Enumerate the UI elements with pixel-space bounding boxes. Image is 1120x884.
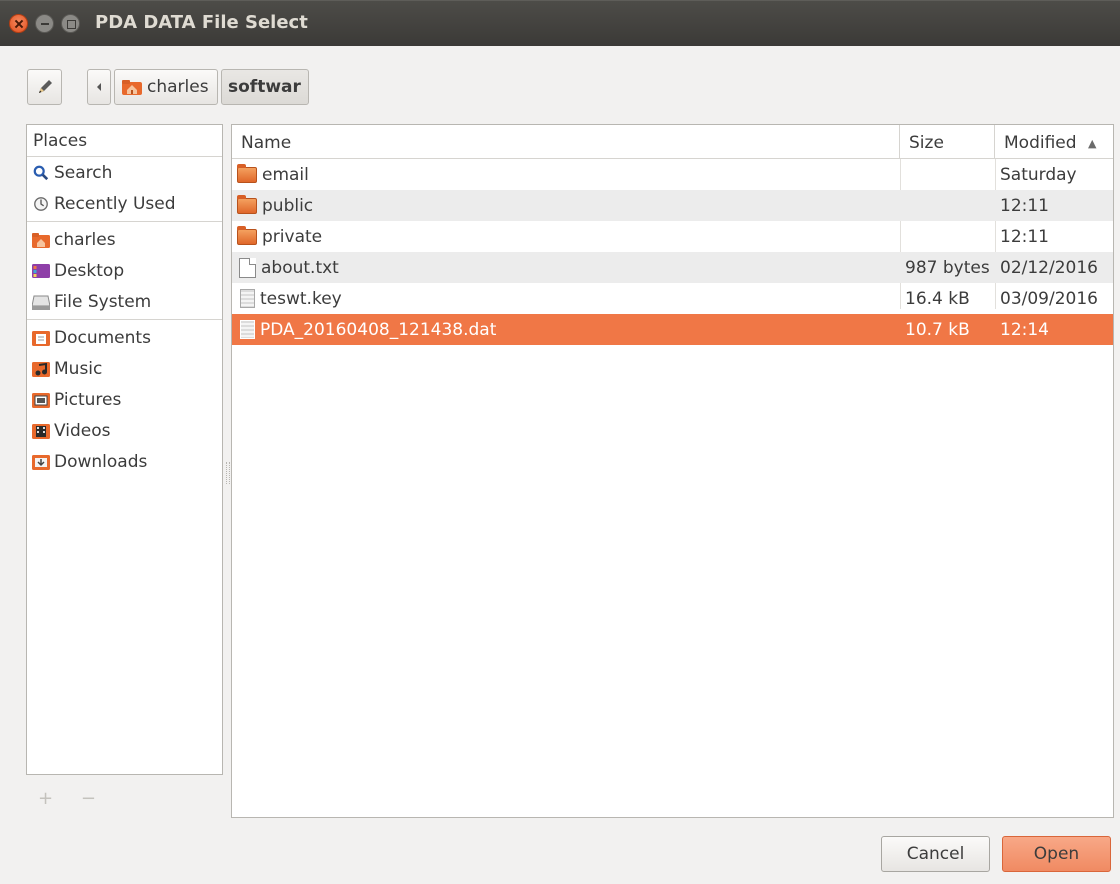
file-name: PDA_20160408_121438.dat	[260, 319, 497, 340]
sidebar-separator	[27, 319, 222, 320]
file-chooser-dialog: PDA DATA File Select charles softwar Pla…	[0, 0, 1120, 884]
file-name: teswt.key	[260, 288, 342, 309]
home-folder-icon	[32, 232, 50, 248]
search-icon	[33, 165, 49, 180]
file-name: public	[262, 195, 314, 216]
file-modified: 02/12/2016	[1000, 257, 1098, 278]
sidebar-item-music[interactable]: Music	[27, 353, 222, 384]
file-size: 10.7 kB	[905, 319, 970, 340]
sidebar-item-recently-used[interactable]: Recently Used	[27, 188, 222, 219]
open-button[interactable]: Open	[1002, 836, 1111, 872]
sidebar-item-label: Desktop	[54, 260, 125, 281]
binary-file-icon	[240, 320, 255, 339]
table-row[interactable]: public 12:11	[232, 190, 1113, 221]
file-list: Name Size Modified ▲ email Saturday publ…	[231, 124, 1114, 818]
sidebar-item-label: Recently Used	[54, 193, 176, 214]
file-modified: 03/09/2016	[1000, 288, 1098, 309]
file-name: about.txt	[261, 257, 339, 278]
sidebar-item-label: Pictures	[54, 389, 122, 410]
table-row[interactable]: email Saturday	[232, 159, 1113, 190]
path-back-button[interactable]	[87, 69, 111, 105]
file-modified: 12:11	[1000, 195, 1049, 216]
column-header-label: Name	[241, 133, 292, 153]
window-title: PDA DATA File Select	[95, 12, 308, 33]
add-bookmark-button[interactable]: +	[38, 788, 53, 809]
file-list-header: Name Size Modified ▲	[232, 125, 1113, 159]
places-sidebar: Places Search Recently Used charles Desk…	[26, 124, 223, 775]
music-folder-icon	[32, 361, 50, 377]
sidebar-item-label: Documents	[54, 327, 151, 348]
sidebar-item-label: Videos	[54, 420, 111, 441]
file-name: email	[262, 164, 309, 185]
type-location-button[interactable]	[27, 69, 62, 105]
sidebar-item-file-system[interactable]: File System	[27, 286, 222, 317]
chevron-left-icon	[97, 83, 101, 91]
home-folder-icon	[122, 80, 142, 95]
table-row[interactable]: private 12:11	[232, 221, 1113, 252]
sidebar-item-videos[interactable]: Videos	[27, 415, 222, 446]
file-size	[905, 190, 995, 221]
folder-icon	[237, 225, 257, 245]
text-file-icon	[239, 257, 256, 278]
column-header-modified[interactable]: Modified ▲	[995, 125, 1115, 158]
binary-file-icon	[240, 289, 255, 308]
file-size	[905, 159, 995, 190]
pane-resize-handle[interactable]	[226, 462, 230, 484]
bookmark-controls: + −	[38, 788, 118, 809]
cancel-button[interactable]: Cancel	[881, 836, 990, 872]
file-name: private	[262, 226, 323, 247]
sidebar-item-search[interactable]: Search	[27, 157, 222, 188]
sidebar-separator	[27, 221, 222, 222]
sidebar-item-downloads[interactable]: Downloads	[27, 446, 222, 477]
file-size	[905, 221, 995, 252]
table-row[interactable]: about.txt 987 bytes 02/12/2016	[232, 252, 1113, 283]
sidebar-item-pictures[interactable]: Pictures	[27, 384, 222, 415]
path-toolbar: charles softwar	[0, 46, 1120, 116]
maximize-window-button[interactable]	[61, 14, 80, 33]
pictures-folder-icon	[32, 392, 50, 408]
table-row[interactable]: teswt.key 16.4 kB 03/09/2016	[232, 283, 1113, 314]
table-row-selected[interactable]: PDA_20160408_121438.dat 10.7 kB 12:14	[232, 314, 1113, 345]
file-modified: 12:11	[1000, 226, 1049, 247]
titlebar[interactable]: PDA DATA File Select	[0, 0, 1120, 46]
breadcrumb-charles[interactable]: charles	[114, 69, 218, 105]
file-modified: Saturday	[1000, 164, 1077, 185]
places-header: Places	[27, 125, 222, 157]
clock-icon	[34, 196, 48, 211]
sidebar-item-label: Downloads	[54, 451, 148, 472]
column-header-size[interactable]: Size	[900, 125, 995, 158]
sidebar-item-label: charles	[54, 229, 116, 250]
downloads-folder-icon	[32, 454, 50, 470]
minimize-window-button[interactable]	[35, 14, 54, 33]
breadcrumb-softwar[interactable]: softwar	[221, 69, 309, 105]
remove-bookmark-button[interactable]: −	[81, 788, 96, 809]
documents-folder-icon	[32, 330, 50, 346]
file-size: 16.4 kB	[905, 288, 970, 309]
sidebar-item-desktop[interactable]: Desktop	[27, 255, 222, 286]
sidebar-item-label: Search	[54, 162, 113, 183]
sidebar-item-documents[interactable]: Documents	[27, 322, 222, 353]
column-header-name[interactable]: Name	[232, 125, 900, 158]
sort-ascending-icon: ▲	[1087, 136, 1097, 150]
folder-icon	[237, 163, 257, 183]
file-size: 987 bytes	[905, 257, 990, 278]
pencil-icon	[38, 80, 52, 93]
close-window-button[interactable]	[9, 14, 28, 33]
column-header-label: Modified	[1004, 133, 1077, 153]
videos-folder-icon	[32, 423, 50, 439]
sidebar-item-charles[interactable]: charles	[27, 224, 222, 255]
breadcrumb-label: softwar	[228, 77, 301, 97]
folder-icon	[237, 194, 257, 214]
sidebar-item-label: Music	[54, 358, 103, 379]
desktop-icon	[32, 263, 50, 278]
column-header-label: Size	[909, 133, 944, 153]
breadcrumb-label: charles	[147, 77, 209, 97]
file-modified: 12:14	[1000, 319, 1049, 340]
drive-icon	[32, 295, 50, 310]
sidebar-item-label: File System	[54, 291, 152, 312]
